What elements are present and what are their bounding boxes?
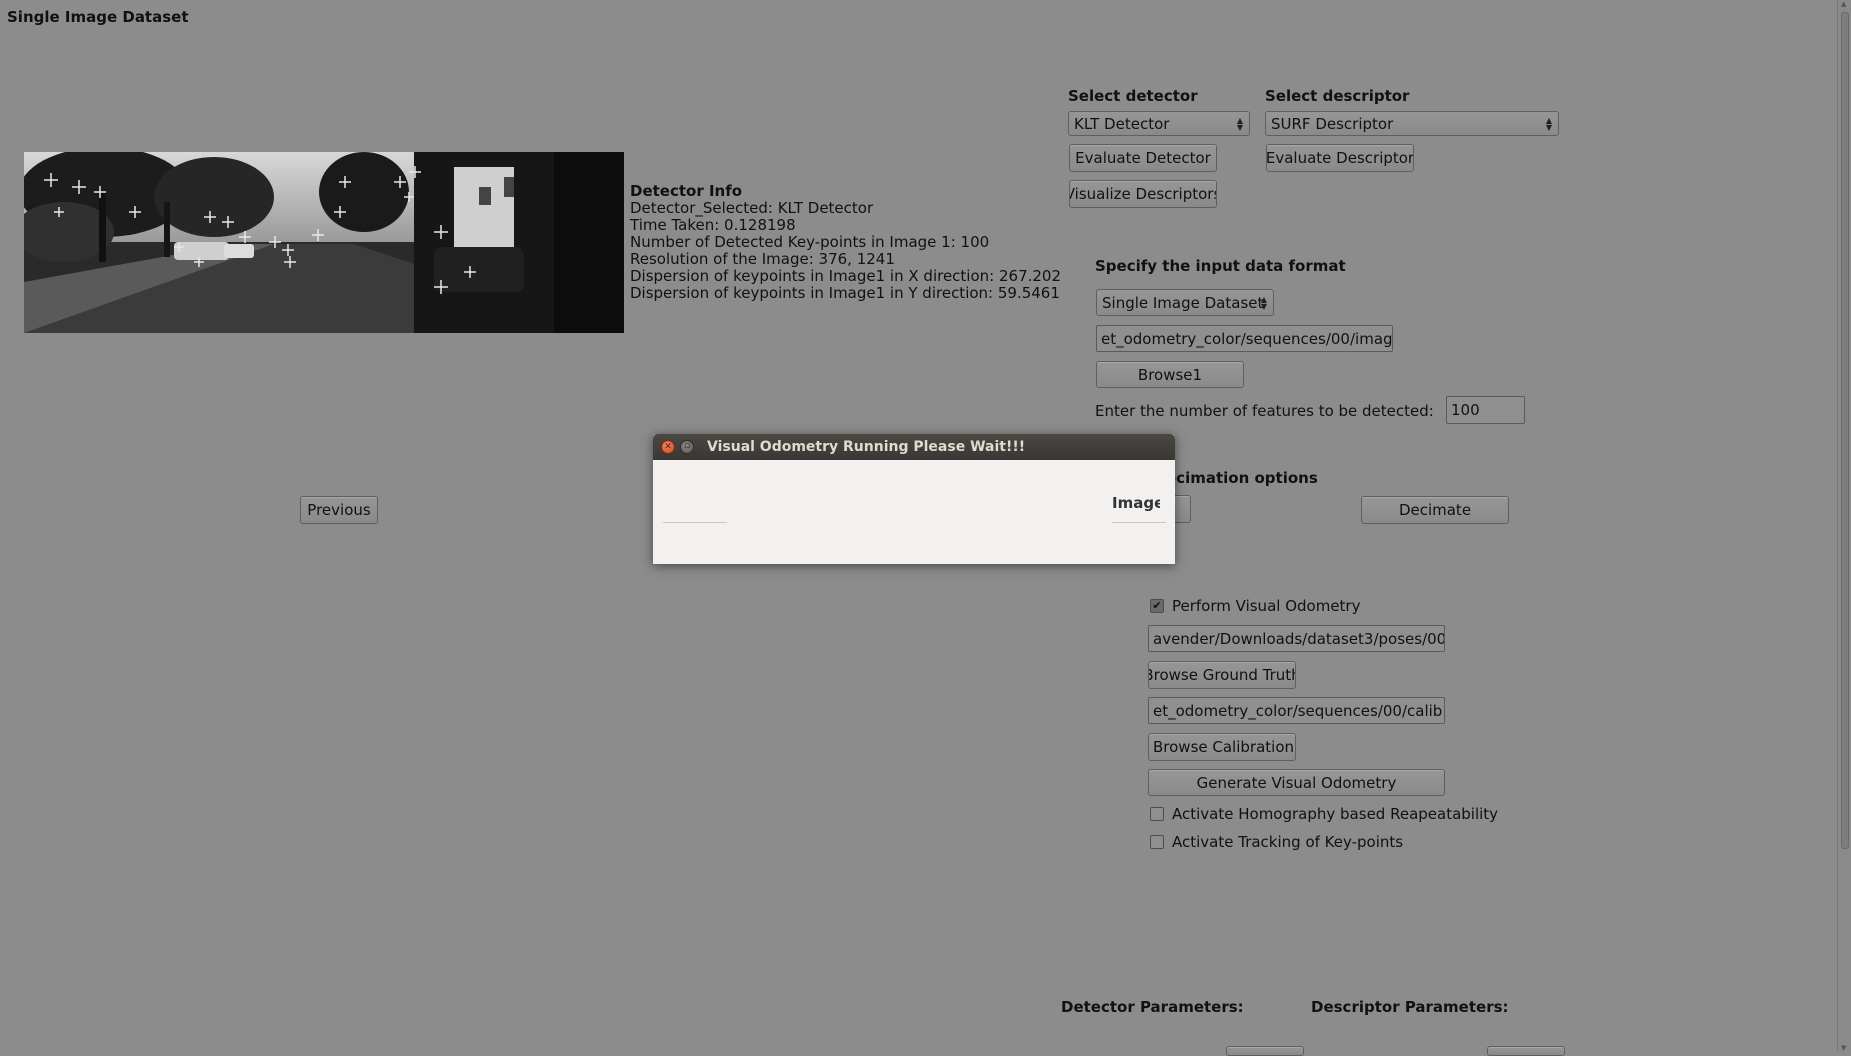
vo-running-dialog: ✕ ▫ Visual Odometry Running Please Wait!…	[653, 434, 1175, 564]
perform-vo-checkbox[interactable]: ✔	[1150, 599, 1164, 613]
input-format-label: Specify the input data format	[1095, 257, 1346, 275]
scroll-down-icon: ▼	[1841, 1044, 1847, 1052]
previous-button[interactable]: Previous	[300, 496, 378, 524]
image-path-input[interactable]: et_odometry_color/sequences/00/image_2	[1096, 325, 1393, 352]
dialog-partial-text: Image D	[1112, 494, 1160, 512]
detector-info-heading: Detector Info	[630, 182, 743, 200]
input-format-select[interactable]: Single Image Dataset ▲ ▼	[1096, 289, 1274, 316]
updown-arrows-icon: ▲ ▼	[1260, 294, 1267, 311]
tracking-label: Activate Tracking of Key-points	[1172, 833, 1404, 851]
features-count-label: Enter the number of features to be detec…	[1095, 402, 1434, 420]
detector-select-value: KLT Detector	[1074, 114, 1170, 133]
homography-checkbox[interactable]	[1150, 807, 1164, 821]
detector-info-line: Detector_Selected: KLT Detector	[630, 199, 874, 217]
visualize-descriptors-button[interactable]: Visualize Descriptors	[1069, 180, 1217, 208]
decimation-options-label: ecimation options	[1166, 469, 1318, 487]
window-title: Single Image Dataset	[7, 8, 189, 26]
tracking-checkbox[interactable]	[1150, 835, 1164, 849]
dialog-titlebar: ✕ ▫ Visual Odometry Running Please Wait!…	[653, 434, 1175, 460]
homography-label: Activate Homography based Reapeatability	[1172, 805, 1499, 823]
decimate-button[interactable]: Decimate	[1361, 496, 1509, 524]
dialog-body: Image D	[653, 460, 1175, 564]
detector-info-line: Time Taken: 0.128198	[630, 216, 796, 234]
calibration-path-input[interactable]: et_odometry_color/sequences/00/calib.txt	[1148, 697, 1445, 724]
detector-info-line: Dispersion of keypoints in Image1 in Y d…	[630, 284, 1060, 302]
minimize-icon[interactable]: ▫	[680, 440, 694, 454]
detector-select[interactable]: KLT Detector ▲ ▼	[1068, 111, 1250, 136]
select-descriptor-label: Select descriptor	[1265, 87, 1410, 105]
detector-parameters-label: Detector Parameters:	[1061, 998, 1244, 1016]
generate-vo-button[interactable]: Generate Visual Odometry	[1148, 769, 1445, 796]
detector-info-line: Number of Detected Key-points in Image 1…	[630, 233, 990, 251]
descriptor-select[interactable]: SURF Descriptor ▲ ▼	[1265, 111, 1559, 136]
select-detector-label: Select detector	[1068, 87, 1198, 105]
evaluate-detector-button[interactable]: Evaluate Detector	[1069, 144, 1217, 172]
descriptor-parameters-label: Descriptor Parameters:	[1311, 998, 1509, 1016]
input-format-select-value: Single Image Dataset	[1102, 293, 1264, 312]
descriptor-parameters-widget[interactable]	[1487, 1046, 1565, 1056]
ground-truth-path-input[interactable]: avender/Downloads/dataset3/poses/00.txt	[1148, 625, 1445, 652]
scroll-up-icon: ▲	[1841, 0, 1847, 8]
detector-info-line: Resolution of the Image: 376, 1241	[630, 250, 895, 268]
vertical-scrollbar[interactable]: ▲ ▼	[1837, 0, 1851, 1052]
descriptor-select-value: SURF Descriptor	[1271, 114, 1394, 133]
detector-parameters-widget[interactable]	[1226, 1046, 1304, 1056]
divider-line	[1112, 522, 1166, 523]
features-count-input[interactable]: 100	[1446, 396, 1525, 424]
browse-ground-truth-button[interactable]: Browse Ground Truth	[1148, 661, 1296, 689]
checkmark-icon: ✔	[1152, 599, 1162, 612]
detector-info-panel: Detector Info Detector_Selected: KLT Det…	[630, 183, 1061, 302]
perform-vo-label: Perform Visual Odometry	[1172, 597, 1361, 615]
close-icon[interactable]: ✕	[661, 440, 675, 454]
dialog-title: Visual Odometry Running Please Wait!!!	[707, 439, 1026, 455]
evaluate-descriptor-button[interactable]: Evaluate Descriptor	[1266, 144, 1414, 172]
scrollbar-thumb[interactable]	[1841, 12, 1849, 849]
updown-arrows-icon: ▲ ▼	[1236, 115, 1243, 132]
detector-info-line: Dispersion of keypoints in Image1 in X d…	[630, 267, 1062, 285]
browse1-button[interactable]: Browse1	[1096, 361, 1244, 388]
browse-calibration-button[interactable]: Browse Calibration File	[1148, 733, 1296, 761]
dataset-image	[14, 147, 624, 333]
updown-arrows-icon: ▲ ▼	[1545, 115, 1552, 132]
progress-line	[663, 522, 727, 523]
